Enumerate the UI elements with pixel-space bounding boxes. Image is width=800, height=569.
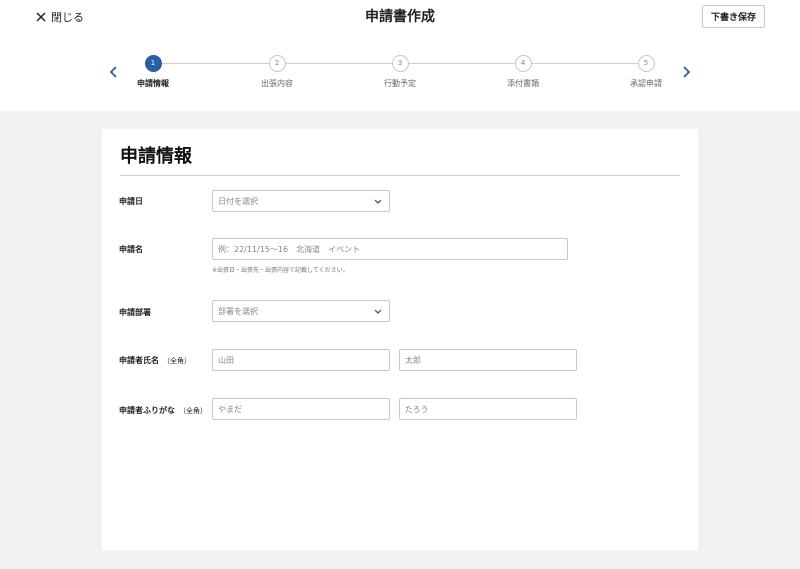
chevron-down-icon	[374, 309, 382, 314]
last-name-kana-field	[212, 398, 390, 420]
step-number: 2	[268, 55, 286, 72]
first-name-kana-input[interactable]	[405, 399, 576, 419]
first-name-field	[399, 349, 577, 371]
application-name-hint: ※出張日・出張先・出張内容で記載してください。	[212, 267, 349, 274]
header: 閉じる 申請書作成 下書き保存 1 申請情報 2 出張内容 3 行動予定 4 添…	[0, 0, 800, 111]
divider	[120, 175, 680, 176]
step-label: 添付書類	[507, 79, 539, 88]
section-title: 申請情報	[120, 146, 192, 167]
last-name-field	[212, 349, 390, 371]
first-name-kana-field	[399, 398, 577, 420]
applicant-name-sub: （全角）	[163, 357, 191, 365]
save-draft-button[interactable]: 下書き保存	[702, 5, 765, 28]
step-approval[interactable]: 5 承認申請	[606, 55, 686, 89]
applicant-name-label-text: 申請者氏名	[119, 356, 159, 365]
application-name-input[interactable]	[218, 239, 567, 259]
applicant-name-label: 申請者氏名 （全角）	[119, 355, 191, 366]
first-name-input[interactable]	[405, 350, 576, 370]
step-trip-content[interactable]: 2 出張内容	[237, 55, 317, 89]
application-date-label: 申請日	[119, 197, 143, 206]
step-number: 3	[391, 55, 409, 72]
chevron-down-icon	[374, 199, 382, 204]
department-placeholder: 部署を選択	[218, 306, 258, 316]
page-title: 申請書作成	[365, 9, 435, 25]
application-date-placeholder: 日付を選択	[218, 196, 258, 206]
step-label: 出張内容	[261, 79, 293, 88]
step-attachments[interactable]: 4 添付書類	[483, 55, 563, 89]
application-name-field	[212, 238, 568, 260]
step-schedule[interactable]: 3 行動予定	[360, 55, 440, 89]
step-application-info[interactable]: 1 申請情報	[113, 55, 193, 89]
step-number: 5	[637, 55, 655, 72]
applicant-kana-label: 申請者ふりがな （全角）	[119, 405, 207, 416]
step-label: 承認申請	[630, 79, 662, 88]
department-select[interactable]: 部署を選択	[212, 300, 390, 322]
department-label: 申請部署	[119, 308, 151, 317]
step-number: 1	[144, 55, 162, 72]
applicant-kana-sub: （全角）	[179, 407, 207, 415]
application-date-select[interactable]: 日付を選択	[212, 190, 390, 212]
applicant-kana-label-text: 申請者ふりがな	[119, 406, 175, 415]
step-label: 行動予定	[384, 79, 416, 88]
last-name-input[interactable]	[218, 350, 389, 370]
form-card: 申請情報 申請日 日付を選択 申請名 ※出張日・出張先・出張内容で記載してくださ…	[102, 129, 698, 550]
step-number: 4	[514, 55, 532, 72]
application-name-label: 申請名	[119, 245, 143, 254]
step-label: 申請情報	[137, 79, 169, 88]
last-name-kana-input[interactable]	[218, 399, 389, 419]
